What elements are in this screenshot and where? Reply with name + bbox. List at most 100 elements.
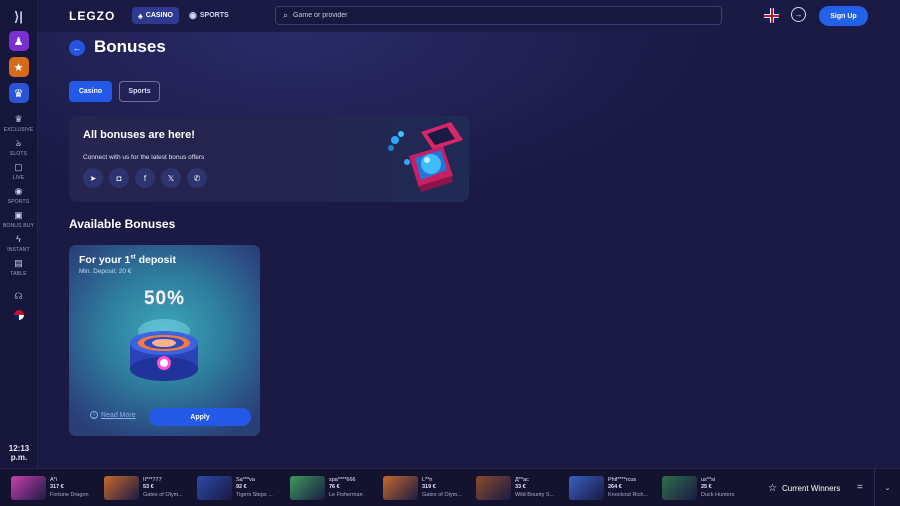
sidebar-item-live[interactable]: ▢ LIVE [13, 162, 25, 181]
sidebar-item-slots[interactable]: ঌ SLOTS [10, 138, 27, 157]
sidebar-nav: ♛ EXCLUSIVE ঌ SLOTS ▢ LIVE ◉ SPORTS ▣ BONUS BUY ϟ I… [0, 109, 38, 277]
current-winners-text: Current Winners [781, 484, 841, 493]
lightning-icon: ϟ [16, 234, 21, 244]
chevron-down-icon[interactable]: ⌄ [874, 469, 900, 506]
winner-game: Duck Hunters [701, 491, 735, 498]
winner-game: Wild Bounty S... [515, 491, 555, 498]
search-box[interactable]: ⌕ [275, 6, 722, 25]
sidebar-item-bonus-buy[interactable]: ▣ BONUS BUY [3, 210, 34, 229]
winner-text: Sa***va 92 € Tigers Steps ... [236, 477, 273, 500]
winner-text: A*i 317 € Fortune Dragon [50, 477, 89, 500]
ball-icon: ◉ [189, 10, 197, 20]
winner-item[interactable]: L**n 319 € Gates of Olym... [383, 476, 462, 500]
tv-icon: ▢ [14, 162, 23, 172]
collapse-sidebar-icon[interactable]: ⟩| [14, 9, 23, 25]
telegram-icon[interactable]: ➤ [83, 168, 103, 188]
winner-item[interactable]: Phil****rcus 264 € Knockout Rich... [569, 476, 648, 500]
vip-tile-icon[interactable]: ♛ [8, 83, 29, 103]
min-deposit: Min. Deposit: 20 € [79, 268, 132, 275]
legzo-logo[interactable]: LEGZO [69, 9, 115, 23]
tab-casino[interactable]: Casino [69, 81, 112, 102]
menu-icon[interactable]: = [857, 482, 863, 493]
read-more-label: Read More [101, 411, 136, 419]
winner-text: us**si 25 € Duck Hunters [701, 477, 734, 500]
game-thumbnail[interactable] [197, 476, 232, 500]
tab-sports[interactable]: Sports [119, 81, 160, 102]
sidebar-item-label: LIVE [12, 175, 25, 181]
info-icon: i [90, 411, 98, 419]
social-links: ➤ ◘ f 𝕏 ✆ [83, 168, 207, 188]
winner-item[interactable]: A*i 317 € Fortune Dragon [11, 476, 89, 500]
sidebar-item-exclusive[interactable]: ♛ EXCLUSIVE [4, 114, 34, 133]
apply-button[interactable]: Apply [149, 408, 251, 426]
language-flag-icon[interactable] [13, 310, 24, 320]
winner-game: Knockout Rich... [608, 491, 649, 498]
left-sidebar: ⟩| ♟ ★ ♛ ♛ EXCLUSIVE ঌ SLOTS ▢ LIVE ◉ SPORTS ▣ BO… [0, 0, 38, 468]
winner-item[interactable]: us**si 25 € Duck Hunters [662, 476, 734, 500]
game-thumbnail[interactable] [383, 476, 418, 500]
promo-title: All bonuses are here! [83, 129, 195, 141]
sidebar-item-sports[interactable]: ◉ SPORTS [8, 186, 30, 205]
coin-stack-illustration [130, 319, 198, 381]
ball-icon: ◉ [14, 186, 23, 196]
winner-user: A*i [50, 476, 58, 483]
casino-button[interactable]: ♠ CASINO [132, 7, 180, 24]
winner-user: Sa***va [236, 476, 255, 483]
whatsapp-icon[interactable]: ✆ [187, 168, 207, 188]
search-input[interactable] [293, 12, 694, 19]
instagram-icon[interactable]: ◘ [109, 168, 129, 188]
clock: 12:13 p.m. [0, 444, 38, 462]
winner-item[interactable]: Д**ас 33 € Wild Bounty S... [476, 476, 554, 500]
clock-time: 12:13 [8, 444, 30, 453]
bonus-tabs: Casino Sports [69, 81, 160, 102]
game-thumbnail[interactable] [11, 476, 46, 500]
winner-amount: 264 € [608, 484, 622, 491]
bonus-buy-icon: ▣ [14, 210, 23, 220]
sidebar-item-table[interactable]: ▤ TABLE [10, 258, 26, 277]
winner-amount: 76 € [329, 484, 340, 491]
social-promo-banner: All bonuses are here! Connect with us fo… [69, 116, 469, 202]
sidebar-item-label: TABLE [10, 271, 27, 277]
current-winners-bar: ☆ Current Winners = ⌄ A*i 317 € Fortune Dr… [0, 468, 900, 506]
bonus-percent: 50% [143, 288, 186, 309]
uk-flag-icon[interactable] [764, 8, 779, 23]
sidebar-item-label: BONUS BUY [2, 223, 35, 229]
winner-user: spa****666 [329, 476, 356, 483]
game-thumbnail[interactable] [290, 476, 325, 500]
cherry-icon: ঌ [15, 138, 22, 148]
game-thumbnail[interactable] [569, 476, 604, 500]
search-icon: ⌕ [283, 10, 289, 20]
casino-label: CASINO [145, 12, 174, 19]
game-thumbnail[interactable] [476, 476, 511, 500]
sidebar-item-label: INSTANT [7, 247, 30, 253]
winner-text: Д**ас 33 € Wild Bounty S... [515, 477, 554, 500]
winner-user: L**n [422, 476, 433, 483]
x-icon[interactable]: 𝕏 [161, 168, 181, 188]
winner-item[interactable]: spa****666 76 € Le Fisherman [290, 476, 363, 500]
game-thumbnail[interactable] [662, 476, 697, 500]
winner-text: L**n 319 € Gates of Olym... [422, 477, 462, 500]
game-thumbnail[interactable] [104, 476, 139, 500]
facebook-icon[interactable]: f [135, 168, 155, 188]
winner-amount: 92 € [236, 484, 247, 491]
sign-up-button[interactable]: Sign Up [819, 6, 868, 26]
sidebar-item-instant[interactable]: ϟ INSTANT [7, 234, 29, 253]
sidebar-item-label: SPORTS [7, 199, 30, 205]
promo-tile-icon[interactable]: ♟ [8, 31, 29, 51]
winner-item[interactable]: Sa***va 92 € Tigers Steps ... [197, 476, 273, 500]
clock-period: p.m. [10, 453, 28, 462]
sports-button[interactable]: ◉ SPORTS [183, 7, 235, 24]
current-winners-label[interactable]: ☆ Current Winners [768, 483, 840, 494]
bonus-card-title: For your 1st deposit [79, 254, 176, 266]
page-title: Bonuses [94, 37, 166, 56]
read-more-link[interactable]: i Read More [90, 411, 136, 419]
headset-support-icon[interactable]: ☊ [15, 291, 23, 302]
table-icon: ▤ [14, 258, 23, 268]
back-arrow-icon[interactable]: ← [69, 40, 85, 56]
category-switch: ♠ CASINO ◉ SPORTS [132, 7, 235, 24]
favorites-tile-icon[interactable]: ★ [8, 57, 29, 77]
winner-item[interactable]: II***777 53 € Gates of Olym... [104, 476, 183, 500]
winner-game: Gates of Olym... [422, 491, 462, 498]
login-icon[interactable]: → [791, 7, 806, 22]
main-content: ← Bonuses Casino Sports All bonuses are … [38, 32, 900, 468]
